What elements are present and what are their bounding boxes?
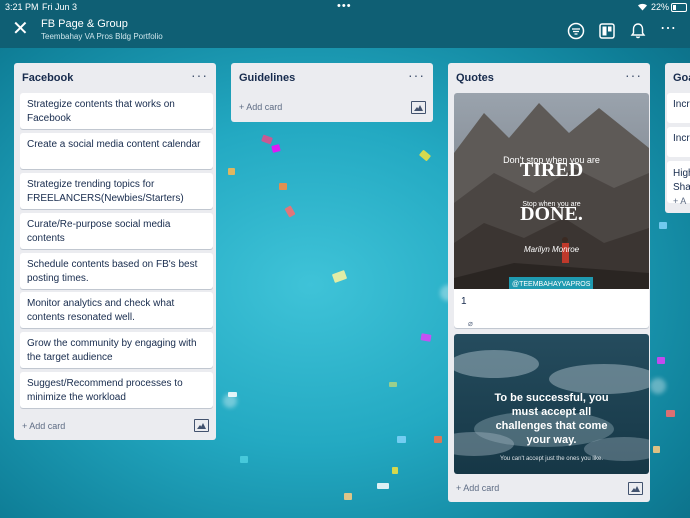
card[interactable]: Strategize contents that works on Facebo…: [20, 93, 213, 129]
filter-icon[interactable]: [567, 22, 585, 40]
list-menu-icon[interactable]: ···: [191, 67, 208, 83]
battery-icon: [671, 3, 687, 12]
card-title: Strategize contents that works on Facebo…: [27, 99, 175, 124]
card[interactable]: Schedule contents based on FB's best pos…: [20, 253, 213, 289]
card-title: Create a social media content calendar: [27, 139, 201, 150]
list-goals: Goa Incr Incr High Sha + A: [665, 63, 690, 213]
card[interactable]: Create a social media content calendar: [20, 133, 213, 169]
list-title: Goa: [673, 72, 690, 84]
card[interactable]: Strategize trending topics for FREELANCE…: [20, 173, 213, 209]
quote-card[interactable]: To be successful, you must accept all ch…: [454, 334, 649, 474]
more-icon[interactable]: ⋯: [660, 21, 678, 40]
bell-icon[interactable]: [629, 22, 647, 40]
card-title: Curate/Re-purpose social media contents: [27, 219, 171, 244]
card-title: Incr: [673, 133, 690, 144]
card-title: Incr: [673, 99, 690, 110]
status-date: Fri Jun 3: [42, 2, 78, 12]
card[interactable]: Monitor analytics and check what content…: [20, 292, 213, 328]
image-icon[interactable]: [411, 101, 426, 114]
image-icon[interactable]: [628, 482, 643, 495]
quote-sub-text: You can't accept just the ones you like.: [500, 456, 603, 462]
card-title: Suggest/Recommend processes to minimize …: [27, 378, 183, 403]
list-title: Guidelines: [239, 72, 296, 84]
list-title: Facebook: [22, 72, 74, 84]
team-name: Teembahay VA Pros Bldg Portfolio: [41, 32, 163, 41]
mountain-photo: [454, 93, 649, 289]
list-title: Quotes: [456, 72, 494, 84]
list-facebook: Facebook ··· Strategize contents that wo…: [14, 63, 216, 440]
add-card-button[interactable]: + Add card: [239, 102, 282, 112]
board-title: FB Page & Group: [41, 18, 128, 30]
quote-card[interactable]: Don't stop when you are TIRED Stop when …: [454, 93, 649, 352]
status-bar: 3:21 PM Fri Jun 3 ••• 22%: [0, 0, 690, 14]
quote-line2: TIRED: [519, 159, 584, 181]
multitask-dots-icon[interactable]: •••: [337, 0, 352, 12]
wifi-icon: [637, 2, 648, 13]
board-header: ✕ FB Page & Group Teembahay VA Pros Bldg…: [0, 14, 690, 48]
quote-image-tired: Don't stop when you are TIRED Stop when …: [454, 93, 649, 289]
card-title: Schedule contents based on FB's best pos…: [27, 259, 198, 284]
card[interactable]: Suggest/Recommend processes to minimize …: [20, 372, 213, 408]
quote-main-text: To be successful, you must accept all ch…: [494, 392, 609, 446]
card[interactable]: Grow the community by engaging with the …: [20, 332, 213, 368]
status-time: 3:21 PM: [5, 2, 39, 12]
quote-line4: DONE.: [520, 203, 583, 225]
list-menu-icon[interactable]: ···: [625, 67, 642, 83]
paperclip-icon: ⌀: [468, 319, 473, 328]
list-quotes: Quotes ··· Don't stop when you are TIRED: [448, 63, 650, 502]
card[interactable]: Incr: [667, 127, 690, 157]
card-title: High Sha: [673, 168, 690, 193]
add-card-button[interactable]: + A: [673, 196, 686, 206]
card-title: Strategize trending topics for FREELANCE…: [27, 179, 184, 204]
quote-image-success: To be successful, you must accept all ch…: [454, 334, 649, 474]
quote-author: Marilyn Monroe: [524, 245, 580, 254]
add-card-button[interactable]: + Add card: [456, 483, 499, 493]
add-card-button[interactable]: + Add card: [22, 421, 65, 431]
battery-percent: 22%: [651, 2, 670, 12]
card-title: Monitor analytics and check what content…: [27, 298, 175, 323]
close-icon[interactable]: ✕: [12, 19, 29, 39]
list-menu-icon[interactable]: ···: [408, 67, 425, 83]
card-title: Grow the community by engaging with the …: [27, 338, 197, 363]
card[interactable]: Incr: [667, 93, 690, 123]
list-guidelines: Guidelines ··· + Add card: [231, 63, 433, 122]
image-icon[interactable]: [194, 419, 209, 432]
card-title: 1: [461, 296, 467, 307]
card[interactable]: Curate/Re-purpose social media contents: [20, 213, 213, 249]
quote-handle: @TEEMBAHAYVAPROS: [509, 277, 594, 289]
board-view-icon[interactable]: [598, 22, 616, 40]
